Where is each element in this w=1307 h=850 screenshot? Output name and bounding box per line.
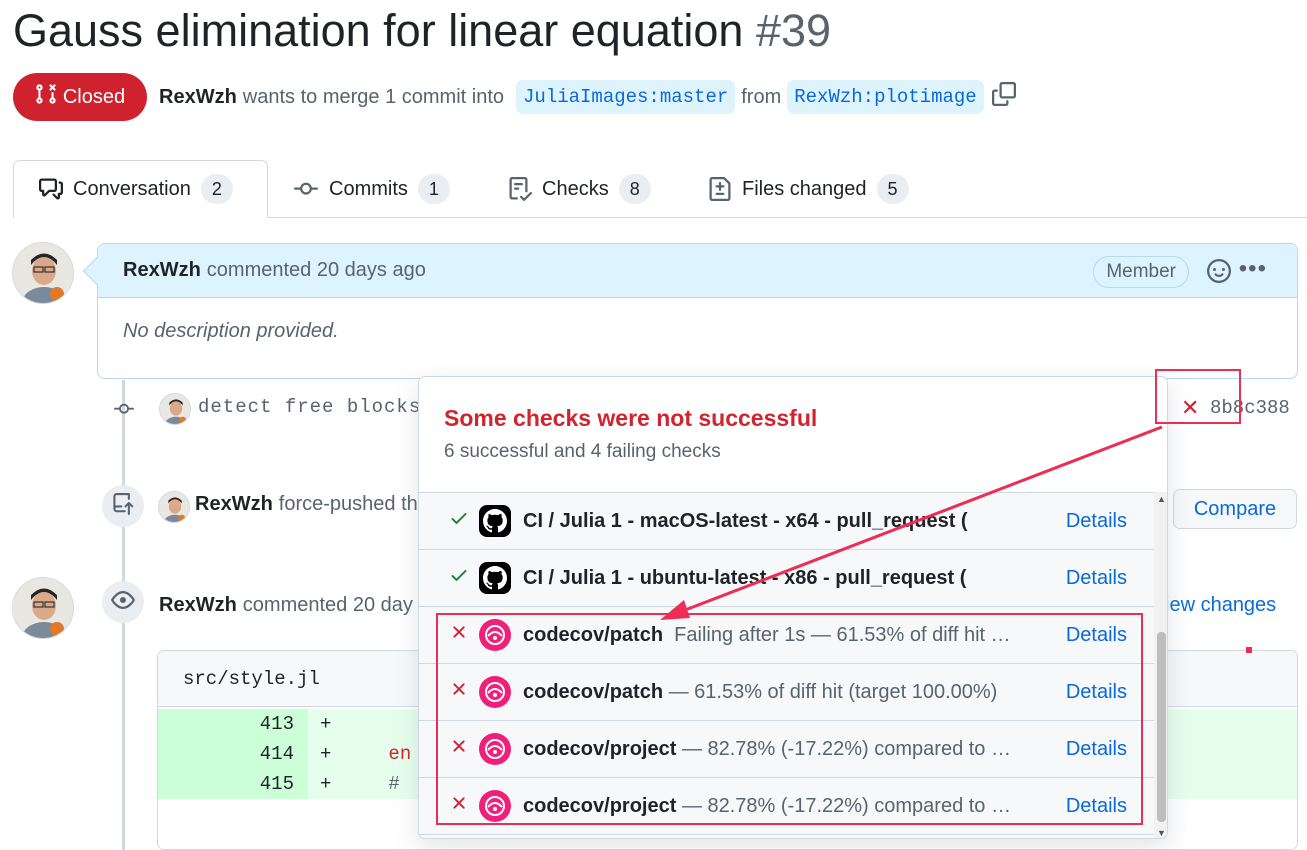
avatar[interactable] bbox=[12, 242, 74, 304]
force-push-event: RexWzh force-pushed th bbox=[195, 493, 418, 516]
tab-files-changed-count: 5 bbox=[876, 174, 909, 204]
comment-timestamp: commented 20 days ago bbox=[206, 259, 426, 281]
avatar[interactable] bbox=[158, 491, 190, 523]
pr-description-comment: RexWzh commented 20 days ago Member ••• … bbox=[82, 243, 1298, 379]
tab-commits[interactable]: Commits 1 bbox=[293, 160, 450, 218]
pr-meta: RexWzh wants to merge 1 commit into Juli… bbox=[159, 78, 1016, 116]
comment-header: RexWzh commented 20 days ago Member ••• bbox=[82, 244, 1297, 298]
push-action: force-pushed th bbox=[278, 493, 418, 515]
repo-push-icon-badge bbox=[102, 485, 144, 527]
annotation-highlight-status bbox=[1155, 369, 1241, 424]
push-author[interactable]: RexWzh bbox=[195, 493, 273, 516]
tab-checks-label: Checks bbox=[542, 177, 609, 200]
tab-checks[interactable]: Checks 8 bbox=[508, 160, 651, 218]
diff-sign: + bbox=[320, 743, 332, 765]
pr-author-link[interactable]: RexWzh bbox=[159, 86, 237, 109]
view-changes-link[interactable]: iew changes bbox=[1165, 594, 1276, 617]
tab-conversation[interactable]: Conversation 2 bbox=[13, 160, 268, 218]
git-pull-request-closed-icon bbox=[35, 82, 57, 112]
pr-title: Gauss elimination for linear equation #3… bbox=[13, 4, 831, 58]
avatar[interactable] bbox=[12, 577, 74, 639]
head-branch[interactable]: RexWzh:plotimage bbox=[787, 80, 984, 114]
check-details-link[interactable]: Details bbox=[1066, 567, 1127, 590]
repo-push-icon bbox=[112, 492, 134, 520]
annotation-highlight-failing-checks bbox=[436, 613, 1143, 825]
eye-icon-badge bbox=[102, 581, 144, 623]
check-row: CI / Julia 1 - macOS-latest - x64 - pull… bbox=[419, 493, 1154, 550]
diff-code-text: en bbox=[388, 743, 412, 765]
pr-state-label: Closed bbox=[62, 85, 126, 108]
compare-button[interactable]: Compare bbox=[1173, 489, 1297, 529]
tab-commits-label: Commits bbox=[329, 177, 408, 200]
check-details-link[interactable]: Details bbox=[1066, 510, 1127, 533]
pr-merge-text: wants to merge 1 commit into bbox=[242, 85, 505, 108]
diff-line-number: 413 bbox=[158, 709, 308, 739]
diff-line-number: 414 bbox=[158, 739, 308, 769]
tab-files-changed-label: Files changed bbox=[742, 177, 867, 200]
tab-conversation-count: 2 bbox=[200, 174, 233, 204]
scroll-down-icon[interactable]: ▼ bbox=[1157, 828, 1166, 838]
review-event: RexWzh commented 20 day bbox=[159, 594, 413, 617]
pr-title-text: Gauss elimination for linear equation bbox=[13, 5, 744, 56]
check-name: CI / Julia 1 - ubuntu-latest - x86 - pul… bbox=[523, 567, 1011, 590]
checklist-icon bbox=[508, 177, 532, 201]
commit-message[interactable]: detect free blocks bbox=[198, 396, 421, 418]
github-actions-icon bbox=[479, 505, 511, 537]
from-text: from bbox=[741, 85, 782, 108]
checks-scrollbar[interactable]: ▲ ▼ bbox=[1154, 492, 1167, 838]
copy-icon[interactable] bbox=[991, 82, 1016, 112]
check-row: CI / Julia 1 - ubuntu-latest - x86 - pul… bbox=[419, 550, 1154, 607]
tab-checks-count: 8 bbox=[618, 174, 651, 204]
checks-popover-summary: 6 successful and 4 failing checks bbox=[444, 441, 721, 462]
check-icon bbox=[419, 565, 479, 591]
comment-discussion-icon bbox=[39, 177, 63, 201]
check-title: CI / Julia 1 - macOS-latest - x64 - pull… bbox=[523, 509, 968, 532]
diff-sign: + bbox=[320, 713, 332, 735]
base-branch[interactable]: JuliaImages:master bbox=[516, 80, 736, 114]
comment-body: No description provided. bbox=[123, 320, 339, 342]
review-author[interactable]: RexWzh bbox=[159, 594, 237, 617]
check-title: CI / Julia 1 - ubuntu-latest - x86 - pul… bbox=[523, 566, 967, 589]
tab-conversation-label: Conversation bbox=[73, 177, 191, 200]
annotation-dot bbox=[1246, 647, 1252, 653]
check-name: CI / Julia 1 - macOS-latest - x64 - pull… bbox=[523, 510, 1011, 533]
tab-commits-count: 1 bbox=[417, 174, 450, 204]
comment-author[interactable]: RexWzh bbox=[123, 259, 201, 282]
pr-state-badge: Closed bbox=[13, 73, 147, 121]
git-commit-icon bbox=[111, 399, 137, 424]
eye-icon bbox=[111, 588, 135, 617]
check-icon bbox=[419, 508, 479, 534]
checks-popover-title: Some checks were not successful bbox=[444, 405, 818, 431]
scroll-thumb[interactable] bbox=[1157, 632, 1166, 822]
comment-pointer bbox=[82, 256, 112, 286]
diff-line-number: 415 bbox=[158, 769, 308, 799]
review-timestamp: commented 20 day bbox=[242, 594, 413, 616]
pr-number: #39 bbox=[755, 5, 832, 56]
diff-code-text: # bbox=[388, 773, 400, 795]
member-badge: Member bbox=[1093, 256, 1189, 288]
kebab-horizontal-icon[interactable]: ••• bbox=[1239, 257, 1267, 281]
tab-files-changed[interactable]: Files changed 5 bbox=[708, 160, 909, 218]
file-diff-icon bbox=[708, 177, 732, 201]
scroll-up-icon[interactable]: ▲ bbox=[1157, 494, 1166, 504]
diff-sign: + bbox=[320, 773, 332, 795]
smiley-icon[interactable] bbox=[1207, 259, 1231, 289]
avatar[interactable] bbox=[159, 393, 191, 425]
git-commit-icon bbox=[293, 177, 319, 201]
github-actions-icon bbox=[479, 562, 511, 594]
